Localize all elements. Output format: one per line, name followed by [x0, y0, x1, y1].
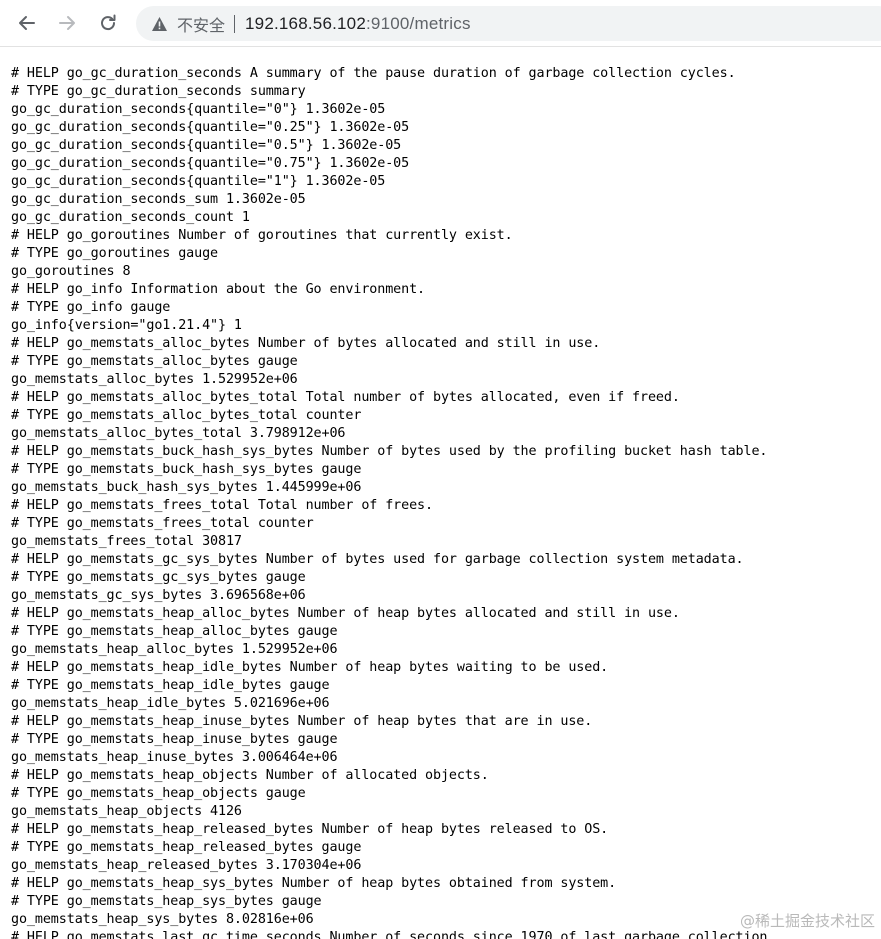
metric-line: go_memstats_heap_alloc_bytes 1.529952e+0… — [11, 642, 338, 657]
metric-line: # TYPE go_memstats_buck_hash_sys_bytes g… — [11, 462, 362, 477]
metric-line: go_memstats_gc_sys_bytes 3.696568e+06 — [11, 588, 306, 603]
metric-line: # HELP go_memstats_heap_inuse_bytes Numb… — [11, 714, 593, 729]
metric-line: go_gc_duration_seconds{quantile="0.25"} … — [11, 120, 410, 135]
metric-line: go_memstats_heap_inuse_bytes 3.006464e+0… — [11, 750, 338, 765]
metric-line: go_memstats_buck_hash_sys_bytes 1.445999… — [11, 480, 362, 495]
metric-line: go_gc_duration_seconds_count 1 — [11, 210, 250, 225]
reload-button[interactable] — [93, 8, 123, 38]
url-host: 192.168.56.102 — [245, 13, 366, 33]
metric-line: # HELP go_memstats_frees_total Total num… — [11, 498, 433, 513]
metric-line: # TYPE go_gc_duration_seconds summary — [11, 84, 306, 99]
metric-line: # TYPE go_memstats_alloc_bytes gauge — [11, 354, 298, 369]
metric-line: # HELP go_memstats_heap_idle_bytes Numbe… — [11, 660, 609, 675]
metric-line: # HELP go_memstats_heap_sys_bytes Number… — [11, 876, 617, 891]
reload-icon — [98, 13, 118, 33]
metric-line: # HELP go_memstats_alloc_bytes Number of… — [11, 336, 601, 351]
metric-line: # HELP go_goroutines Number of goroutine… — [11, 228, 513, 243]
metric-line: go_gc_duration_seconds{quantile="0"} 1.3… — [11, 102, 386, 117]
metric-line: go_memstats_frees_total 30817 — [11, 534, 242, 549]
browser-toolbar: 不安全 192.168.56.102:9100/metrics — [0, 0, 881, 47]
metric-line: go_gc_duration_seconds{quantile="0.5"} 1… — [11, 138, 402, 153]
back-arrow-icon — [17, 13, 37, 33]
metric-line: # TYPE go_info gauge — [11, 300, 171, 315]
forward-arrow-icon — [57, 13, 77, 33]
watermark: @稀土掘金技术社区 — [739, 912, 875, 930]
metric-line: go_memstats_heap_idle_bytes 5.021696e+06 — [11, 696, 330, 711]
metric-line: # HELP go_memstats_heap_alloc_bytes Numb… — [11, 606, 680, 621]
metric-line: go_goroutines 8 — [11, 264, 131, 279]
metric-line: # TYPE go_memstats_heap_alloc_bytes gaug… — [11, 624, 338, 639]
metric-line: # TYPE go_memstats_alloc_bytes_total cou… — [11, 408, 362, 423]
security-status-label[interactable]: 不安全 — [177, 12, 225, 36]
metric-line: # TYPE go_memstats_heap_inuse_bytes gaug… — [11, 732, 338, 747]
back-button[interactable] — [12, 8, 42, 38]
metric-line: # HELP go_memstats_buck_hash_sys_bytes N… — [11, 444, 768, 459]
metrics-text-body: # HELP go_gc_duration_seconds A summary … — [11, 65, 881, 939]
omnibox-separator — [234, 14, 236, 33]
metric-line: go_gc_duration_seconds{quantile="0.75"} … — [11, 156, 410, 171]
url-path: :9100/metrics — [366, 13, 471, 33]
metric-line: go_memstats_heap_released_bytes 3.170304… — [11, 858, 362, 873]
metric-line: # TYPE go_memstats_heap_idle_bytes gauge — [11, 678, 330, 693]
warning-triangle-icon[interactable] — [150, 15, 168, 33]
metric-line: # TYPE go_memstats_heap_released_bytes g… — [11, 840, 362, 855]
metric-line: # HELP go_gc_duration_seconds A summary … — [11, 66, 736, 81]
metric-line: go_info{version="go1.21.4"} 1 — [11, 318, 242, 333]
metric-line: go_memstats_alloc_bytes 1.529952e+06 — [11, 372, 298, 387]
metric-line: # HELP go_memstats_alloc_bytes_total Tot… — [11, 390, 680, 405]
metric-line: go_gc_duration_seconds{quantile="1"} 1.3… — [11, 174, 386, 189]
metric-line: go_gc_duration_seconds_sum 1.3602e-05 — [11, 192, 306, 207]
metric-line: # TYPE go_memstats_frees_total counter — [11, 516, 314, 531]
metric-line: # HELP go_memstats_heap_objects Number o… — [11, 768, 489, 783]
metric-line: # HELP go_info Information about the Go … — [11, 282, 426, 297]
metric-line: # HELP go_memstats_heap_released_bytes N… — [11, 822, 609, 837]
metric-line: go_memstats_alloc_bytes_total 3.798912e+… — [11, 426, 346, 441]
metric-line: # TYPE go_goroutines gauge — [11, 246, 219, 261]
metric-line: # TYPE go_memstats_heap_objects gauge — [11, 786, 306, 801]
address-bar[interactable]: 不安全 192.168.56.102:9100/metrics — [136, 6, 881, 41]
metric-line: # TYPE go_memstats_gc_sys_bytes gauge — [11, 570, 306, 585]
forward-button[interactable] — [52, 8, 82, 38]
metric-line: # TYPE go_memstats_heap_sys_bytes gauge — [11, 894, 322, 909]
metric-line: go_memstats_heap_objects 4126 — [11, 804, 242, 819]
url-text[interactable]: 192.168.56.102:9100/metrics — [245, 14, 471, 34]
metric-line: # HELP go_memstats_gc_sys_bytes Number o… — [11, 552, 744, 567]
